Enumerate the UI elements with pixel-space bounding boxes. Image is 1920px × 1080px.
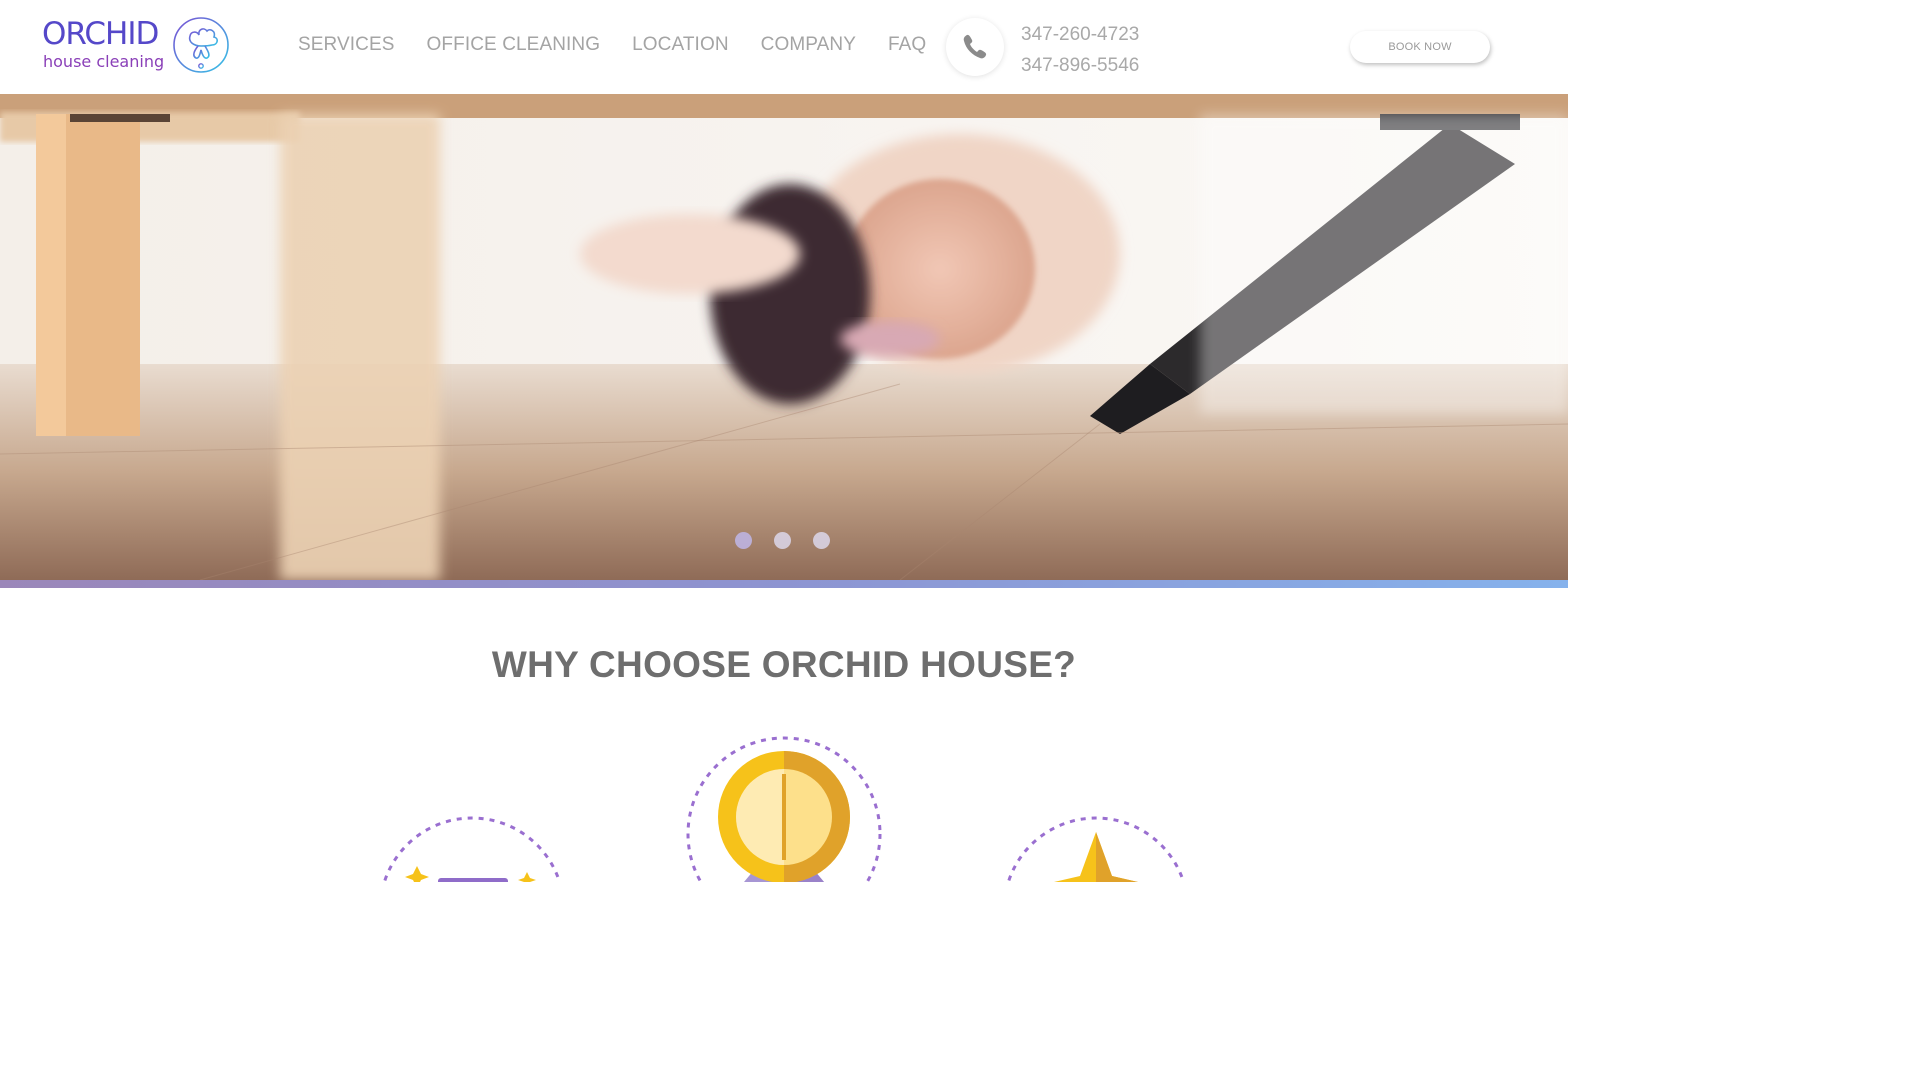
nav-faq[interactable]: FAQ [888, 34, 926, 56]
phone-number-1[interactable]: 347-260-4723 [1021, 19, 1139, 50]
nav-location[interactable]: LOCATION [632, 34, 729, 56]
main-nav: SERVICES OFFICE CLEANING LOCATION COMPAN… [298, 34, 958, 56]
logo-tagline: house cleaning [43, 52, 165, 71]
slider-dot-3[interactable] [813, 532, 830, 549]
logo-wordmark: ORCHID [42, 16, 159, 52]
slider-dots [735, 532, 830, 549]
hero-slider [0, 94, 1568, 580]
phone-icon [963, 34, 987, 59]
section-title: WHY CHOOSE ORCHID HOUSE? [491, 644, 1077, 685]
nav-office-cleaning[interactable]: OFFICE CLEANING [427, 34, 601, 56]
slider-dot-1[interactable] [735, 532, 752, 549]
hero-image [0, 94, 1568, 580]
book-now-button[interactable]: BOOK NOW [1350, 31, 1490, 63]
nav-services[interactable]: SERVICES [298, 34, 395, 56]
hero-accent-bar [0, 580, 1568, 588]
feature-icon-award-medal [686, 736, 882, 882]
logo[interactable]: ORCHID house cleaning [42, 14, 232, 80]
orchid-flower-icon [173, 17, 229, 73]
phone-number-2[interactable]: 347-896-5546 [1021, 50, 1139, 81]
slider-dot-2[interactable] [774, 532, 791, 549]
feature-icon-cleaning-supplies [382, 816, 562, 882]
feature-icon-star-quality [1006, 816, 1186, 882]
phone-button[interactable] [946, 18, 1004, 76]
site-header: ORCHID house cleaning SERVICES OFFICE CL… [0, 0, 1568, 94]
phone-numbers: 347-260-4723 347-896-5546 [1021, 19, 1139, 81]
nav-company[interactable]: COMPANY [761, 34, 856, 56]
